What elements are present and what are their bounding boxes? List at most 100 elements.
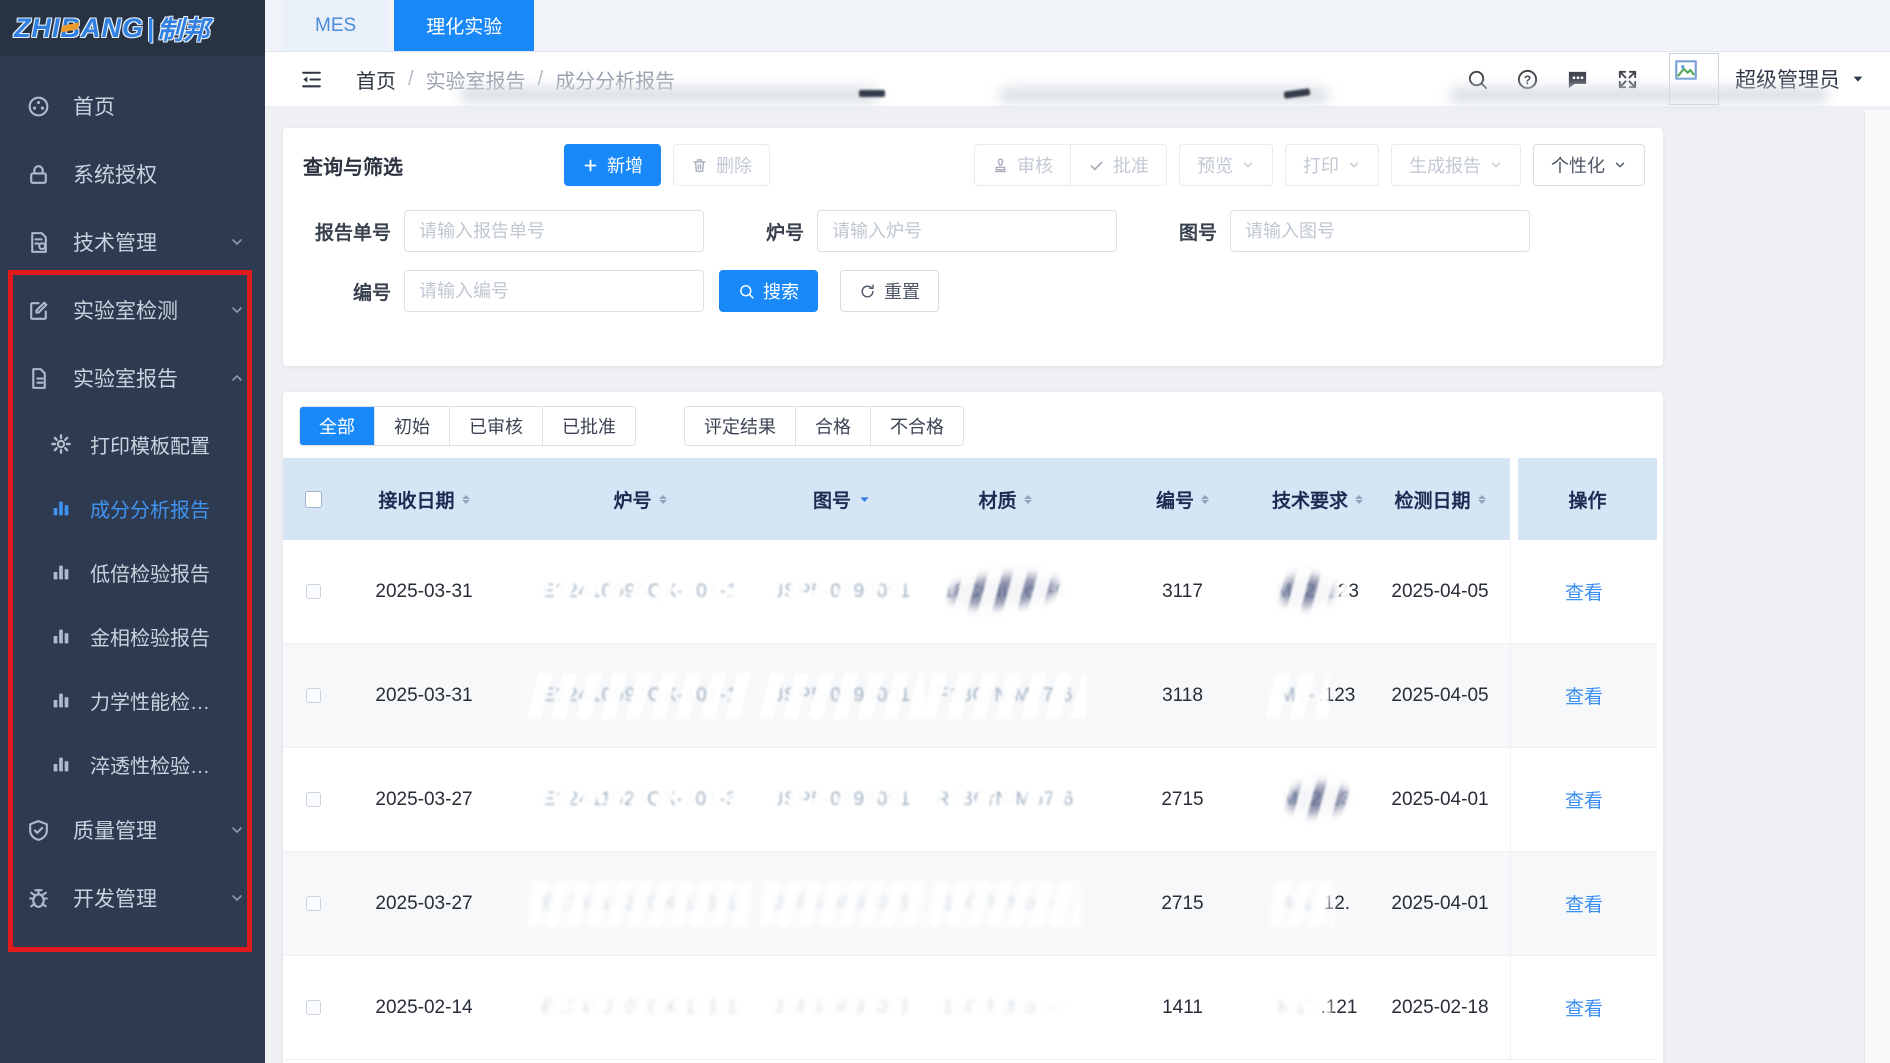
sort-icon — [659, 495, 667, 504]
sidebar-item-lab-report[interactable]: 实验室报告 — [0, 344, 265, 412]
tab-eval-result[interactable]: 评定结果 — [685, 407, 795, 445]
sidebar-item-mechanical-report[interactable]: 力学性能检… — [0, 668, 265, 732]
sidebar-item-print-template-config[interactable]: 打印模板配置 — [0, 412, 265, 476]
view-link[interactable]: 查看 — [1565, 682, 1603, 709]
column-header-furnace_no[interactable]: 炉号 — [505, 458, 775, 540]
user-caret-down-icon[interactable] — [1850, 71, 1866, 87]
avatar[interactable] — [1669, 53, 1719, 105]
tab-initial[interactable]: 初始 — [374, 407, 449, 445]
sidebar-item-lab-test[interactable]: 实验室检测 — [0, 276, 265, 344]
view-link[interactable]: 查看 — [1565, 786, 1603, 813]
username[interactable]: 超级管理员 — [1735, 64, 1840, 94]
drawing-no-input[interactable] — [1230, 210, 1530, 252]
tab-approved[interactable]: 已批准 — [542, 407, 635, 445]
tab-physchem-lab[interactable]: 理化实验 — [394, 0, 534, 51]
sidebar-item-lowmag-report[interactable]: 低倍检验报告 — [0, 540, 265, 604]
sidebar-item-quality-mgmt[interactable]: 质量管理 — [0, 796, 265, 864]
fullscreen-icon[interactable] — [1616, 68, 1639, 91]
table-row: 2025-02-14E22410905QX-101-1JSP5-08970011… — [283, 956, 1657, 1060]
query-filter-panel: 查询与筛选 新增删除审核批准预览打印生成报告个性化 报告单号 炉号 图号 编号 — [283, 128, 1663, 366]
row-checkbox[interactable] — [306, 896, 321, 911]
panel-title: 查询与筛选 — [303, 151, 403, 180]
delete-button[interactable]: 删除 — [673, 144, 770, 186]
column-header-checkbox — [283, 458, 343, 540]
cell-tech_req: M12.121 — [1265, 956, 1370, 1059]
personalize-button-label: 个性化 — [1551, 152, 1605, 178]
reset-button-label: 重置 — [884, 278, 920, 304]
redacted-text: M12-1 — [1276, 581, 1335, 603]
view-link[interactable]: 查看 — [1565, 890, 1603, 917]
column-header-material[interactable]: 材质 — [910, 458, 1100, 540]
column-header-test_date[interactable]: 检测日期 — [1370, 458, 1510, 540]
message-icon[interactable] — [1566, 68, 1589, 91]
column-label-furnace_no: 炉号 — [613, 486, 651, 513]
column-header-serial_no[interactable]: 编号 — [1100, 458, 1265, 540]
breadcrumb-home[interactable]: 首页 — [356, 65, 396, 94]
column-header-received_date[interactable]: 接收日期 — [343, 458, 505, 540]
status-tab-group-result: 评定结果合格不合格 — [684, 406, 964, 446]
sidebar-item-composition-report[interactable]: 成分分析报告 — [0, 476, 265, 540]
preview-button[interactable]: 预览 — [1179, 144, 1273, 186]
add-button[interactable]: 新增 — [564, 144, 661, 186]
approve-button[interactable]: 批准 — [1071, 144, 1167, 186]
sort-icon — [1478, 495, 1486, 504]
serial-no-input[interactable] — [404, 270, 704, 312]
search-button[interactable]: 搜索 — [719, 270, 818, 312]
tab-qualified[interactable]: 合格 — [795, 407, 870, 445]
cell-checkbox — [283, 956, 343, 1059]
column-header-tech_req[interactable]: 技术要求 — [1265, 458, 1370, 540]
redacted-text: JSP5-0899001 — [774, 893, 912, 915]
column-header-action: 操作 — [1510, 458, 1657, 540]
audit-button[interactable]: 审核 — [974, 144, 1071, 186]
sidebar-item-hardenability-report[interactable]: 淬透性检验… — [0, 732, 265, 796]
row-checkbox[interactable] — [306, 1000, 321, 1015]
sidebar-item-tech-mgmt[interactable]: 技术管理 — [0, 208, 265, 276]
generate-report-button[interactable]: 生成报告 — [1391, 144, 1521, 186]
redacted-text: JSP5-0899001 — [774, 685, 912, 707]
cell-drawing_no: JSP5-0890001 — [775, 540, 910, 643]
view-link[interactable]: 查看 — [1565, 994, 1603, 1021]
column-header-drawing_no[interactable]: 图号 — [775, 458, 910, 540]
personalize-button[interactable]: 个性化 — [1533, 144, 1645, 186]
tab-unqualified[interactable]: 不合格 — [870, 407, 963, 445]
tab-mes-label: MES — [315, 15, 356, 37]
sidebar-item-metallographic-report[interactable]: 金相检验报告 — [0, 604, 265, 668]
sidebar-menu: 首页系统授权技术管理实验室检测实验室报告打印模板配置成分分析报告低倍检验报告金相… — [0, 56, 265, 932]
brand-logo-cn: 制邦 — [157, 10, 209, 47]
sidebar-item-mechanical-report-label: 力学性能检… — [90, 686, 210, 715]
report-no-input[interactable] — [404, 210, 704, 252]
select-all-checkbox[interactable] — [305, 491, 322, 508]
gear-icon — [50, 433, 72, 455]
generate-report-button-label: 生成报告 — [1409, 152, 1481, 178]
print-button[interactable]: 打印 — [1285, 144, 1379, 186]
cell-furnace_no: E22410905QX-101-1 — [505, 956, 775, 1059]
view-link[interactable]: 查看 — [1565, 578, 1603, 605]
row-checkbox[interactable] — [306, 688, 321, 703]
reset-button[interactable]: 重置 — [840, 270, 939, 312]
sidebar-item-system-auth[interactable]: 系统授权 — [0, 140, 265, 208]
redacted-text: E22411025QX-301-3 — [542, 789, 737, 811]
column-label-drawing_no: 图号 — [813, 486, 851, 513]
column-label-received_date: 接收日期 — [378, 486, 454, 513]
tab-all[interactable]: 全部 — [300, 407, 374, 445]
sidebar-item-home[interactable]: 首页 — [0, 72, 265, 140]
cell-material: 18CrNiMo7-6 — [910, 956, 1100, 1059]
scrollbar-track[interactable] — [1864, 110, 1890, 1063]
tab-audited[interactable]: 已审核 — [449, 407, 542, 445]
menu-fold-icon[interactable] — [299, 67, 324, 92]
row-checkbox[interactable] — [306, 792, 321, 807]
breadcrumb-composition-report[interactable]: 成分分析报告 — [555, 65, 675, 94]
serial-no-label: 编号 — [303, 278, 391, 305]
sidebar-item-dev-mgmt[interactable]: 开发管理 — [0, 864, 265, 932]
tab-mes[interactable]: MES — [283, 0, 388, 51]
breadcrumb: 首页/实验室报告/成分分析报告 — [356, 65, 675, 94]
ink-scribble — [1285, 781, 1349, 816]
row-checkbox[interactable] — [306, 584, 321, 599]
sidebar-item-composition-report-label: 成分分析报告 — [90, 494, 210, 523]
furnace-no-input[interactable] — [817, 210, 1117, 252]
breadcrumb-lab-report[interactable]: 实验室报告 — [426, 65, 526, 94]
sort-desc-icon — [857, 492, 872, 507]
brand-logo[interactable]: ZHIBANG | 制邦 — [0, 0, 265, 56]
help-icon[interactable]: ? — [1516, 68, 1539, 91]
search-icon[interactable] — [1466, 68, 1489, 91]
